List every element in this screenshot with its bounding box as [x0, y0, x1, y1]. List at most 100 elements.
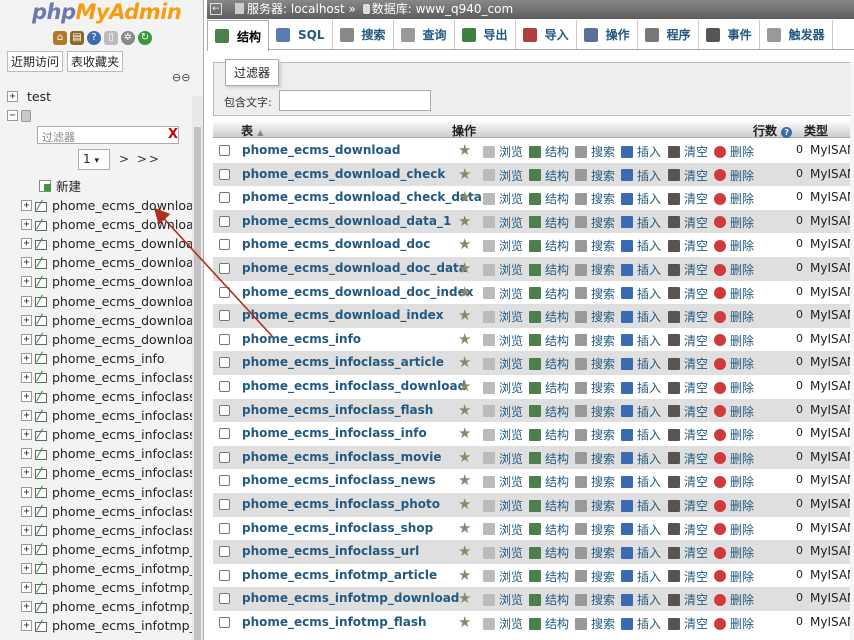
structure-action[interactable]: 结构 — [529, 497, 569, 514]
expand-icon[interactable]: + — [21, 371, 32, 383]
favorite-star-icon[interactable]: ★ — [458, 188, 471, 206]
table-icon[interactable] — [35, 238, 47, 250]
nav-table-name[interactable]: phome_ecms_download — [52, 198, 202, 213]
row-checkbox[interactable] — [219, 546, 230, 558]
drop-action[interactable]: 删除 — [714, 473, 754, 490]
nav-table-item[interactable]: + phome_ecms_download_ — [21, 215, 203, 234]
insert-action[interactable]: 插入 — [621, 615, 661, 632]
drop-action[interactable]: 删除 — [714, 403, 754, 420]
nav-table-item[interactable]: + phome_ecms_download_ — [21, 292, 203, 311]
favorite-star-icon[interactable]: ★ — [458, 589, 471, 607]
favorite-star-icon[interactable]: ★ — [458, 566, 471, 584]
empty-action[interactable]: 清空 — [668, 426, 708, 443]
expand-icon[interactable]: + — [21, 314, 32, 326]
structure-action[interactable]: 结构 — [529, 355, 569, 372]
insert-action[interactable]: 插入 — [621, 544, 661, 561]
favorite-star-icon[interactable]: ★ — [458, 613, 471, 631]
drop-action[interactable]: 删除 — [714, 143, 754, 160]
nav-table-item[interactable]: + phome_ecms_infoclass_n — [21, 463, 203, 482]
browse-action[interactable]: 浏览 — [483, 285, 523, 302]
reload-icon[interactable]: ↻ — [138, 31, 152, 45]
table-icon[interactable] — [35, 276, 47, 288]
help-icon[interactable]: ? — [781, 127, 793, 138]
table-column-header[interactable]: 表 ▲ — [241, 122, 263, 139]
expand-icon[interactable]: + — [7, 91, 18, 102]
insert-action[interactable]: 插入 — [621, 379, 661, 396]
search-action[interactable]: 搜索 — [575, 332, 615, 349]
search-action[interactable]: 搜索 — [575, 473, 615, 490]
structure-action[interactable]: 结构 — [529, 237, 569, 254]
structure-action[interactable]: 结构 — [529, 521, 569, 538]
table-icon[interactable] — [35, 448, 47, 460]
search-action[interactable]: 搜索 — [575, 308, 615, 325]
browse-action[interactable]: 浏览 — [483, 426, 523, 443]
expand-icon[interactable]: + — [21, 333, 32, 345]
nav-table-name[interactable]: phome_ecms_infotmp_do — [52, 561, 203, 576]
drop-action[interactable]: 删除 — [714, 167, 754, 184]
structure-action[interactable]: 结构 — [529, 450, 569, 467]
insert-action[interactable]: 插入 — [621, 403, 661, 420]
favorite-star-icon[interactable]: ★ — [458, 519, 471, 537]
table-icon[interactable] — [35, 562, 47, 575]
search-action[interactable]: 搜索 — [575, 214, 615, 231]
browse-action[interactable]: 浏览 — [483, 497, 523, 514]
empty-action[interactable]: 清空 — [668, 450, 708, 467]
drop-action[interactable]: 删除 — [714, 521, 754, 538]
table-icon[interactable] — [35, 601, 47, 613]
browse-action[interactable]: 浏览 — [483, 167, 523, 184]
empty-action[interactable]: 清空 — [668, 591, 708, 608]
empty-action[interactable]: 清空 — [668, 190, 708, 207]
home-icon[interactable]: ⌂ — [53, 31, 67, 45]
nav-table-name[interactable]: phome_ecms_infoclass_d — [52, 389, 203, 404]
structure-action[interactable]: 结构 — [529, 261, 569, 278]
search-action[interactable]: 搜索 — [575, 591, 615, 608]
nav-table-item[interactable]: + phome_ecms_infotmp_in — [21, 597, 203, 616]
expand-icon[interactable]: + — [21, 200, 32, 211]
empty-action[interactable]: 清空 — [668, 568, 708, 585]
db-tree-item-test[interactable]: + test — [7, 87, 51, 106]
favorite-star-icon[interactable]: ★ — [458, 542, 471, 560]
expand-icon[interactable]: + — [21, 410, 32, 422]
nav-table-name[interactable]: phome_ecms_infoclass_ir — [52, 427, 203, 442]
docs-icon[interactable]: ▯ — [104, 31, 118, 45]
nav-table-name[interactable]: phome_ecms_download_ — [52, 313, 203, 328]
drop-action[interactable]: 删除 — [714, 426, 754, 443]
nav-table-item[interactable]: + phome_ecms_infoclass_fl — [21, 406, 203, 425]
empty-action[interactable]: 清空 — [668, 167, 708, 184]
table-name-link[interactable]: phome_ecms_infoclass_flash — [242, 403, 433, 417]
expand-icon[interactable]: + — [21, 257, 32, 269]
search-action[interactable]: 搜索 — [575, 285, 615, 302]
structure-action[interactable]: 结构 — [529, 379, 569, 396]
insert-action[interactable]: 插入 — [621, 426, 661, 443]
insert-action[interactable]: 插入 — [621, 285, 661, 302]
browse-action[interactable]: 浏览 — [483, 237, 523, 254]
row-checkbox[interactable] — [219, 428, 230, 440]
structure-action[interactable]: 结构 — [529, 332, 569, 349]
structure-action[interactable]: 结构 — [529, 167, 569, 184]
favorite-star-icon[interactable]: ★ — [458, 141, 471, 159]
structure-action[interactable]: 结构 — [529, 615, 569, 632]
expand-icon[interactable]: + — [21, 429, 32, 441]
nav-table-name[interactable]: phome_ecms_infoclass_p — [52, 485, 203, 500]
table-icon[interactable] — [35, 505, 47, 518]
tab-5[interactable]: 导入 — [516, 20, 577, 49]
nav-scrollbar-thumb[interactable] — [194, 127, 201, 640]
nav-table-item[interactable]: + phome_ecms_infoclass_m — [21, 444, 203, 463]
nav-table-name[interactable]: phome_ecms_infoclass_u — [52, 523, 203, 538]
browse-action[interactable]: 浏览 — [483, 403, 523, 420]
table-name-link[interactable]: phome_ecms_download_doc — [242, 237, 430, 251]
nav-table-name[interactable]: phome_ecms_infotmp_m — [52, 618, 203, 633]
empty-action[interactable]: 清空 — [668, 497, 708, 514]
page-select[interactable]: 1 ▾ — [78, 149, 110, 170]
table-name-link[interactable]: phome_ecms_info — [242, 332, 361, 346]
search-action[interactable]: 搜索 — [575, 450, 615, 467]
search-action[interactable]: 搜索 — [575, 544, 615, 561]
insert-action[interactable]: 插入 — [621, 190, 661, 207]
expand-icon[interactable]: + — [21, 467, 32, 479]
favorites-tab[interactable]: 表收藏夹 — [67, 51, 124, 72]
tab-0[interactable]: 结构 — [207, 20, 270, 51]
table-icon[interactable] — [35, 371, 47, 384]
table-name-link[interactable]: phome_ecms_infotmp_flash — [242, 615, 427, 629]
nav-table-name[interactable]: phome_ecms_download_ — [52, 255, 203, 270]
expand-icon[interactable]: + — [21, 505, 32, 517]
